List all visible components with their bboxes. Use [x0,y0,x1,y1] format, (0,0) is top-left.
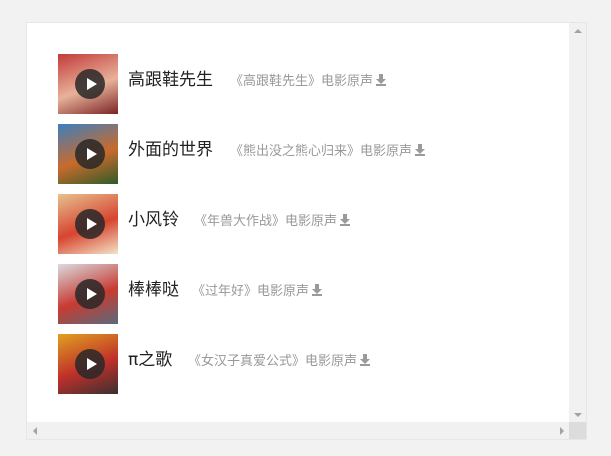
song-source-text: 《过年好》电影原声 [192,284,310,299]
song-thumbnail[interactable] [58,194,118,254]
song-thumbnail[interactable] [58,264,118,324]
play-icon[interactable] [75,279,105,309]
song-thumbnail[interactable] [58,54,118,114]
song-title[interactable]: 小风铃 [128,205,179,230]
song-title[interactable]: 外面的世界 [128,135,213,160]
song-thumbnail[interactable] [58,334,118,394]
song-title[interactable]: 棒棒哒 [128,275,179,300]
play-icon[interactable] [75,209,105,239]
download-icon[interactable] [340,214,351,226]
play-icon[interactable] [75,349,105,379]
song-title[interactable]: π之歌 [128,345,172,370]
download-icon[interactable] [360,354,371,366]
download-icon[interactable] [376,74,387,86]
vertical-scrollbar[interactable] [569,23,586,423]
song-source-text: 《熊出没之熊心归来》电影原声 [230,144,413,159]
song-source: 《女汉子真爱公式》电影原声 [188,350,371,369]
scroll-right-icon[interactable] [560,427,564,435]
song-source: 《熊出没之熊心归来》电影原声 [230,140,426,159]
song-list-panel: 高跟鞋先生 《高跟鞋先生》电影原声 外面的世界 《熊出没之熊心归来》电影原声 小… [26,22,587,440]
song-source: 《高跟鞋先生》电影原声 [230,70,387,89]
scroll-down-icon[interactable] [574,413,582,417]
play-icon[interactable] [75,139,105,169]
scroll-left-icon[interactable] [33,427,37,435]
song-source: 《过年好》电影原声 [192,280,323,299]
download-icon[interactable] [312,284,323,296]
song-thumbnail[interactable] [58,124,118,184]
scroll-up-icon[interactable] [574,29,582,33]
download-icon[interactable] [415,144,426,156]
play-icon[interactable] [75,69,105,99]
scrollbar-corner [569,422,586,439]
song-source-text: 《女汉子真爱公式》电影原声 [188,354,358,369]
song-title[interactable]: 高跟鞋先生 [128,65,213,90]
song-source-text: 《高跟鞋先生》电影原声 [230,74,374,89]
song-source-text: 《年兽大作战》电影原声 [194,214,338,229]
song-source: 《年兽大作战》电影原声 [194,210,351,229]
scroll-content: 高跟鞋先生 《高跟鞋先生》电影原声 外面的世界 《熊出没之熊心归来》电影原声 小… [27,23,570,423]
horizontal-scrollbar[interactable] [27,422,570,439]
